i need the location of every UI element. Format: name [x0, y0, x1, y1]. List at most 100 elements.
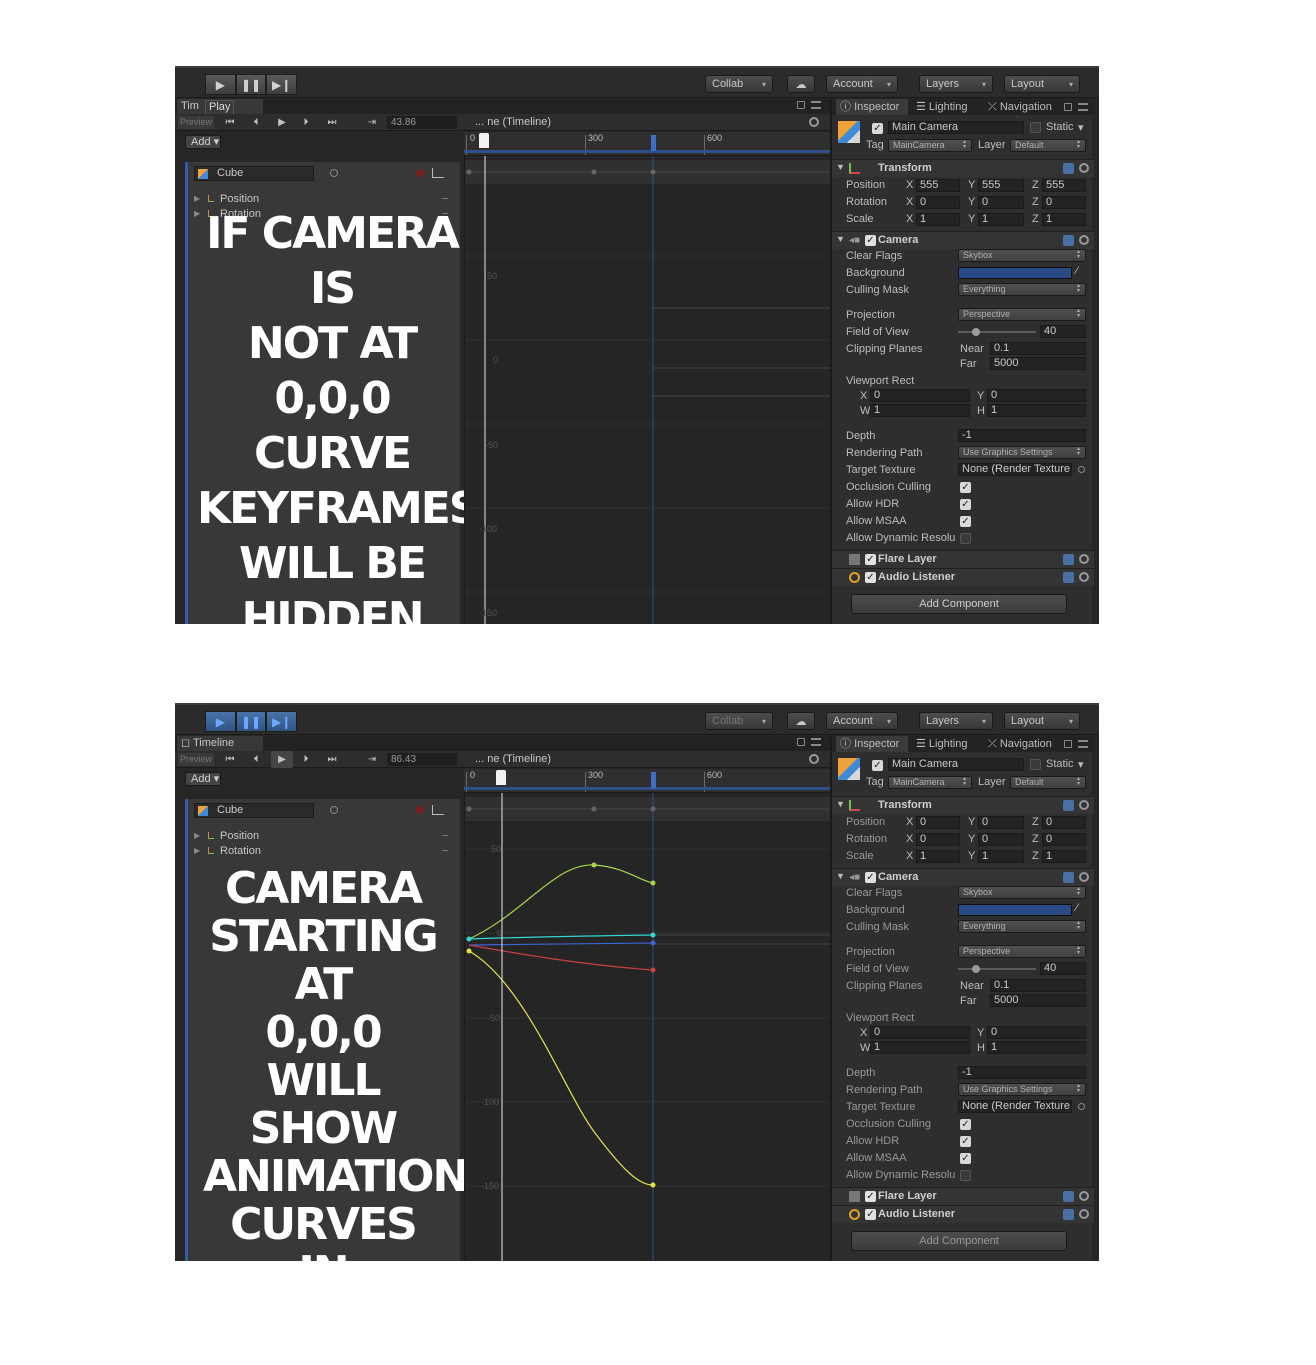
position-z-field[interactable]: 555 [1042, 179, 1086, 192]
flare-layer-header[interactable]: ✓ Flare Layer [832, 550, 1094, 568]
help-icon[interactable] [1063, 800, 1074, 811]
gear-icon[interactable] [1079, 1209, 1089, 1219]
clip-end-marker[interactable] [651, 772, 656, 788]
record-icon[interactable] [416, 806, 424, 814]
layout-button[interactable]: Layout ▾ [1004, 712, 1080, 730]
pause-button[interactable]: ❚❚ [235, 74, 267, 95]
position-y-field[interactable]: 555 [978, 179, 1024, 192]
frame-field[interactable]: 43.86 [387, 116, 457, 129]
caret-down-icon[interactable]: ▾ [1078, 758, 1084, 771]
play-icon[interactable]: ▶ [271, 114, 293, 131]
gear-icon[interactable] [1079, 163, 1089, 173]
projection-dropdown[interactable]: Perspective [958, 945, 1086, 958]
position-y-field[interactable]: 0 [978, 816, 1024, 829]
property-row[interactable]: ▶ Position [194, 192, 456, 206]
hdr-checkbox[interactable]: ✓ [960, 1136, 971, 1147]
step-button[interactable]: ▶❙ [266, 74, 298, 95]
background-color-swatch[interactable] [958, 267, 1072, 279]
menu-icon[interactable] [811, 738, 821, 746]
menu-icon[interactable] [811, 101, 821, 109]
curves-icon[interactable] [432, 805, 444, 815]
clear-flags-dropdown[interactable]: Skybox [958, 886, 1086, 899]
rendering-path-dropdown[interactable]: Use Graphics Settings [958, 446, 1086, 459]
playhead-handle[interactable] [479, 133, 489, 148]
enable-checkbox[interactable]: ✓ [865, 1191, 876, 1202]
playhead-handle[interactable] [496, 770, 506, 785]
time-ruler[interactable]: 0 300 600 [464, 769, 830, 793]
expand-arrow-icon[interactable]: ▼ [836, 799, 845, 809]
play-button[interactable]: ▶ [205, 711, 236, 732]
culling-mask-dropdown[interactable]: Everything [958, 283, 1086, 296]
lock-icon[interactable] [1064, 740, 1072, 748]
account-button[interactable]: Account ▾ [826, 75, 898, 93]
tag-dropdown[interactable]: MainCamera [888, 139, 972, 152]
cloud-button[interactable]: ☁ [787, 75, 815, 93]
fov-slider-knob[interactable] [972, 328, 980, 336]
prev-frame-icon[interactable]: ⏴ [245, 114, 267, 131]
fov-field[interactable]: 40 [1040, 962, 1086, 975]
gear-icon[interactable] [1079, 872, 1089, 882]
near-field[interactable]: 0.1 [990, 979, 1086, 992]
object-picker-icon[interactable] [1078, 466, 1085, 473]
rotation-y-field[interactable]: 0 [978, 196, 1024, 209]
rotation-z-field[interactable]: 0 [1042, 196, 1086, 209]
viewport-y-field[interactable]: 0 [987, 1026, 1086, 1039]
menu-icon[interactable] [1078, 103, 1088, 111]
gear-icon[interactable] [1079, 554, 1089, 564]
tab-navigation[interactable]: ⤫ Navigation [984, 99, 1062, 115]
curve-editor[interactable]: 50 0 -50 -100 -150 [464, 793, 831, 1261]
rotation-x-field[interactable]: 0 [916, 833, 960, 846]
scale-z-field[interactable]: 1 [1042, 850, 1086, 863]
help-icon[interactable] [1063, 872, 1074, 883]
audio-listener-header[interactable]: ✓ Audio Listener [832, 1205, 1094, 1223]
active-checkbox[interactable]: ✓ [872, 123, 883, 134]
static-checkbox[interactable] [1030, 759, 1041, 770]
remove-property-icon[interactable] [442, 850, 448, 851]
transform-header[interactable]: ▼ Transform [832, 159, 1094, 177]
goto-start-icon[interactable]: ⏮ [219, 114, 241, 131]
property-row[interactable]: ▶ Rotation [194, 844, 456, 858]
property-row[interactable]: ▶ Position [194, 829, 456, 843]
object-picker-icon[interactable] [330, 806, 338, 814]
next-frame-icon[interactable]: ⏵ [295, 114, 317, 131]
timeline-binding[interactable]: ... ne (Timeline) [475, 753, 551, 766]
account-button[interactable]: Account ▾ [826, 712, 898, 730]
gear-icon[interactable] [809, 754, 819, 764]
occlusion-checkbox[interactable]: ✓ [960, 482, 971, 493]
static-checkbox[interactable] [1030, 122, 1041, 133]
tab-lighting[interactable]: ☰ Lighting [912, 736, 984, 752]
hdr-checkbox[interactable]: ✓ [960, 499, 971, 510]
track-header[interactable]: Cube [188, 166, 460, 182]
help-icon[interactable] [1063, 1209, 1074, 1220]
fov-field[interactable]: 40 [1040, 325, 1086, 338]
lock-icon[interactable] [797, 738, 805, 746]
active-checkbox[interactable]: ✓ [872, 760, 883, 771]
flare-layer-header[interactable]: ✓ Flare Layer [832, 1187, 1094, 1205]
tab-inspector[interactable]: ⓘ Inspector [836, 99, 908, 115]
help-icon[interactable] [1063, 1191, 1074, 1202]
collab-button[interactable]: Collab ▾ [705, 75, 773, 93]
rendering-path-dropdown[interactable]: Use Graphics Settings [958, 1083, 1086, 1096]
layer-dropdown[interactable]: Default [1010, 776, 1086, 789]
add-component-button[interactable]: Add Component [851, 1231, 1067, 1251]
expand-arrow-icon[interactable]: ▼ [836, 162, 845, 172]
expand-arrow-icon[interactable]: ▶ [194, 829, 200, 843]
object-name-field[interactable]: Main Camera [888, 758, 1024, 771]
fov-slider-knob[interactable] [972, 965, 980, 973]
scale-x-field[interactable]: 1 [916, 850, 960, 863]
layout-button[interactable]: Layout ▾ [1004, 75, 1080, 93]
add-button[interactable]: Add ▾ [185, 772, 221, 786]
prev-frame-icon[interactable]: ⏴ [245, 751, 267, 768]
help-icon[interactable] [1063, 572, 1074, 583]
rotation-y-field[interactable]: 0 [978, 833, 1024, 846]
preview-button[interactable]: Preview [178, 753, 214, 766]
enable-checkbox[interactable]: ✓ [865, 235, 876, 246]
fov-slider-track[interactable] [958, 968, 1036, 970]
gear-icon[interactable] [1079, 800, 1089, 810]
play-range-icon[interactable]: ⇥ [361, 751, 383, 768]
curves-icon[interactable] [432, 168, 444, 178]
curve-graph[interactable]: 50 0 -50 -100 -150 [465, 793, 831, 1261]
gear-icon[interactable] [1079, 572, 1089, 582]
culling-mask-dropdown[interactable]: Everything [958, 920, 1086, 933]
record-icon[interactable] [416, 169, 424, 177]
